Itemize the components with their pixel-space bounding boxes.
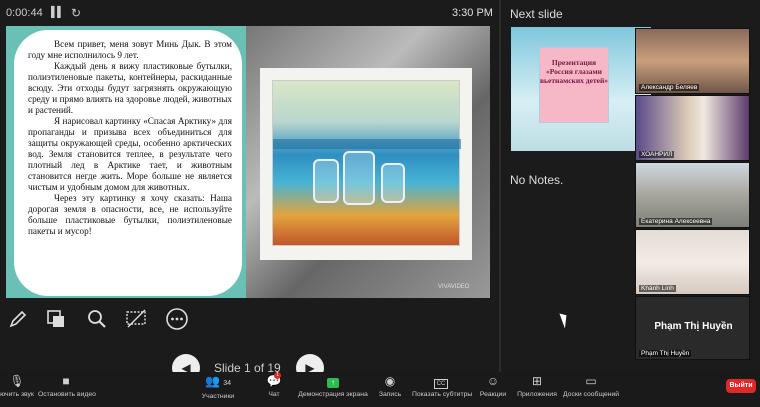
participant-name: Phạm Thị Huyền bbox=[639, 350, 692, 357]
slide-text-card: Всем привет, меня зовут Минь Дык. В этом… bbox=[14, 30, 242, 296]
chat-icon: 💬 1 bbox=[266, 372, 282, 388]
video-camera-icon: ■ bbox=[62, 374, 70, 388]
microphone-icon: 🎙 bbox=[9, 374, 25, 388]
slide-paragraph: Я нарисовал картинку «Спасая Арктику» дл… bbox=[28, 116, 232, 192]
next-slide-preview[interactable]: Презентация «Россия глазами вьетнамских … bbox=[511, 27, 651, 151]
mouse-cursor bbox=[559, 311, 571, 329]
speaker-notes: No Notes. bbox=[510, 173, 564, 187]
share-screen-button[interactable]: ↑ Демонстрация экрана bbox=[298, 374, 368, 398]
participants-button[interactable]: 👥 34 Участники bbox=[198, 374, 238, 400]
captions-icon: CC bbox=[412, 374, 470, 389]
reset-icon[interactable]: ↻ bbox=[71, 6, 81, 20]
chat-badge: 1 bbox=[274, 372, 281, 379]
preview-title-scroll: Презентация «Россия глазами вьетнамских … bbox=[539, 47, 609, 123]
jar-shape bbox=[343, 151, 375, 205]
participant-video[interactable]: ХОАНРИЛ bbox=[635, 95, 750, 161]
current-slide: Всем привет, меня зовут Минь Дык. В этом… bbox=[6, 26, 490, 298]
mute-button[interactable]: 🎙 ючить звук bbox=[0, 374, 34, 398]
participant-display-name: Phạm Thị Huyền bbox=[654, 321, 733, 332]
participant-video[interactable]: Екатерина Алексеевна bbox=[635, 162, 750, 228]
eraser-icon[interactable] bbox=[43, 306, 69, 332]
presenter-topbar: 0:00:44 ▌▌ ↻ 3:30 PM bbox=[0, 0, 500, 26]
participant-video[interactable]: Khánh Linh bbox=[635, 229, 750, 295]
captions-button[interactable]: CC Показать субтитры bbox=[412, 374, 472, 398]
whiteboard-icon: ▭ bbox=[585, 374, 597, 388]
leave-button[interactable]: Выйти bbox=[726, 379, 756, 393]
chat-button[interactable]: 💬 1 Чат bbox=[260, 372, 288, 398]
jar-shape bbox=[313, 159, 339, 203]
participant-name: Александр Беляев bbox=[639, 84, 700, 91]
participant-name: Екатерина Алексеевна bbox=[639, 218, 713, 225]
participant-name: Khánh Linh bbox=[639, 285, 676, 292]
watermark: VIVAVIDEO bbox=[438, 284, 470, 290]
clock: 3:30 PM bbox=[452, 7, 493, 19]
participant-name: ХОАНРИЛ bbox=[639, 151, 675, 158]
reactions-icon: ☺ bbox=[486, 374, 500, 388]
more-icon[interactable] bbox=[164, 306, 190, 332]
whiteboard-button[interactable]: ▭ Доски сообщений bbox=[563, 374, 619, 398]
meeting-toolbar: 🎙 ючить звук ■ Остановить видео 👥 34 Уча… bbox=[0, 372, 760, 407]
pause-icon[interactable]: ▌▌ bbox=[51, 7, 64, 18]
record-button[interactable]: ◉ Запись bbox=[376, 374, 404, 398]
stop-video-button[interactable]: ■ Остановить видео bbox=[38, 374, 96, 398]
artwork-painting bbox=[272, 80, 461, 246]
magnifier-icon[interactable] bbox=[84, 306, 110, 332]
jar-shape bbox=[381, 163, 405, 203]
next-slide-label: Next slide bbox=[510, 7, 563, 21]
participant-video[interactable]: Александр Беляев bbox=[635, 28, 750, 94]
apps-button[interactable]: ⊞ Приложения bbox=[516, 374, 558, 398]
slide-paragraph: Через эту картинку я хочу сказать: Наша … bbox=[28, 193, 232, 236]
sea-band bbox=[273, 139, 461, 149]
slide-paragraph: Каждый день я вижу пластиковые бутылки, … bbox=[28, 61, 232, 115]
slide-paragraph: Всем привет, меня зовут Минь Дык. В этом… bbox=[28, 39, 232, 60]
elapsed-timer: 0:00:44 bbox=[6, 7, 43, 19]
panel-divider[interactable] bbox=[499, 0, 501, 372]
participants-icon: 👥 bbox=[204, 374, 220, 388]
pen-icon[interactable] bbox=[5, 306, 31, 332]
participant-video[interactable]: Phạm Thị Huyền Phạm Thị Huyền bbox=[635, 296, 750, 360]
hide-slide-icon[interactable] bbox=[123, 306, 149, 332]
zoom-presenter-view: 0:00:44 ▌▌ ↻ 3:30 PM Всем привет, меня з… bbox=[0, 0, 760, 407]
apps-icon: ⊞ bbox=[531, 374, 543, 388]
participants-count: 34 bbox=[223, 380, 232, 387]
record-icon: ◉ bbox=[384, 374, 396, 388]
share-screen-icon: ↑ bbox=[298, 374, 368, 389]
reactions-button[interactable]: ☺ Реакции bbox=[478, 374, 508, 398]
annotation-tools bbox=[0, 300, 500, 340]
